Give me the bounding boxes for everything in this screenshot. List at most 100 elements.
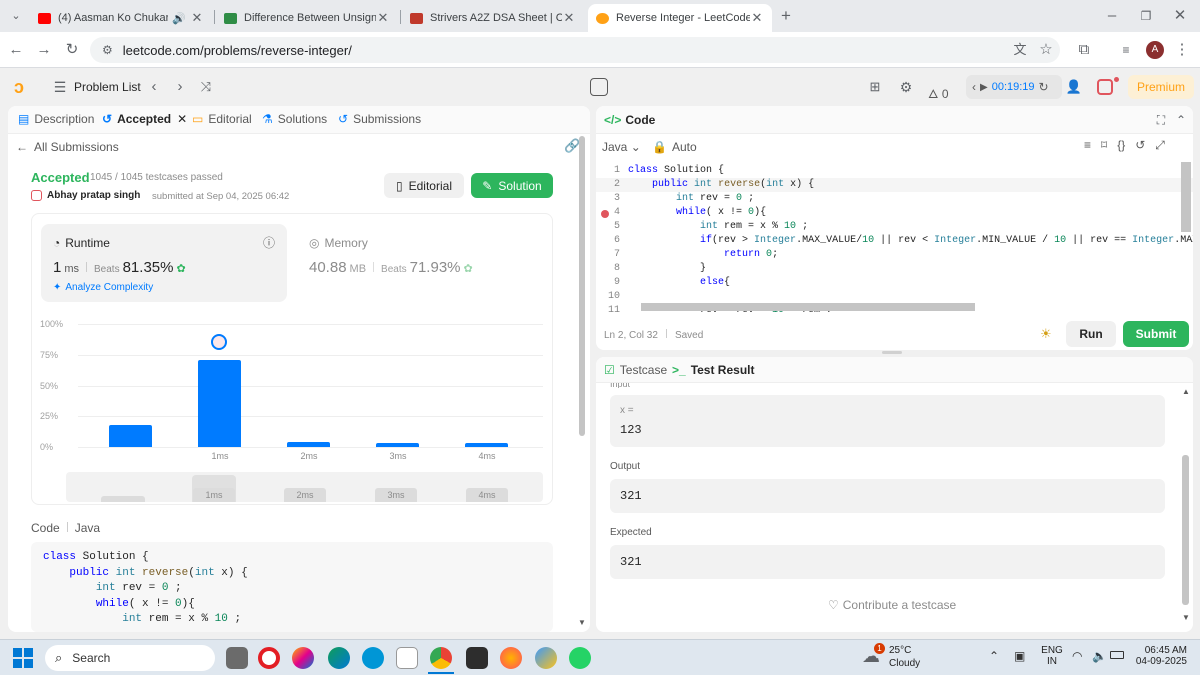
analyze-complexity-link[interactable]: ✦ Analyze Complexity	[53, 282, 153, 293]
opera-icon[interactable]	[258, 647, 280, 669]
code-line[interactable]: 3 int rev = 0 ;	[596, 192, 754, 206]
reload-icon[interactable]: ↻	[62, 40, 82, 60]
info-icon[interactable]: ⓘ	[263, 234, 275, 251]
left-scrollbar[interactable]	[579, 136, 585, 436]
translate-icon[interactable]: 文	[1010, 40, 1030, 60]
timer-widget[interactable]: ‹ ▶ 00:19:19 ↻	[966, 75, 1062, 99]
run-button[interactable]: Run	[1066, 321, 1116, 347]
firefox-icon[interactable]	[500, 647, 522, 669]
bookmark-star-icon[interactable]: ☆	[1036, 40, 1056, 60]
tab-submissions[interactable]: ↺ Submissions	[338, 112, 421, 126]
fullscreen-icon[interactable]: ⛶	[1151, 110, 1171, 130]
collapse-icon[interactable]: ⌃	[1171, 110, 1191, 130]
minimize-icon[interactable]: –	[1102, 6, 1122, 26]
taskbar-search[interactable]: ⌕ Search	[45, 645, 215, 671]
whatsapp-icon[interactable]	[569, 647, 591, 669]
store-icon[interactable]	[396, 647, 418, 669]
chart-bar[interactable]	[287, 442, 330, 447]
tab-list-chevron-icon[interactable]: ⌄	[6, 6, 26, 26]
braces-icon[interactable]: {}	[1117, 138, 1125, 153]
contribute-testcase-link[interactable]: ♡ Contribute a testcase	[828, 598, 956, 612]
profile-avatar[interactable]: A	[1146, 41, 1164, 59]
add-friend-icon[interactable]: 👤	[1064, 77, 1084, 97]
bookmark-icon[interactable]: ⌑	[1101, 138, 1107, 153]
tab-solutions[interactable]: ⚗ Solutions	[262, 112, 327, 126]
tab-editorial[interactable]: ▭ Editorial	[192, 112, 252, 126]
tray-app-icon[interactable]: ▣	[1014, 649, 1025, 663]
runtime-card[interactable]: ◔ Runtime ⓘ 1 ms Beats 81.35% ✿ ✦ Analyze …	[41, 224, 287, 302]
new-tab-icon[interactable]: +	[776, 6, 796, 26]
code-line[interactable]: 2 public int reverse(int x) {	[596, 178, 1193, 192]
format-icon[interactable]: ≡	[1084, 138, 1091, 153]
chart-bar[interactable]	[109, 424, 152, 447]
code-line[interactable]: 8 }	[596, 262, 706, 276]
browser-tab-1[interactable]: (4) Aasman Ko Chukar Dekh 🔊 ✕	[30, 4, 212, 32]
battery-icon[interactable]	[1110, 651, 1124, 659]
list-icon[interactable]: ☰	[50, 77, 70, 97]
panel-resize-handle[interactable]	[882, 351, 902, 354]
solution-button[interactable]: ✎ Solution	[471, 173, 553, 198]
extensions-icon[interactable]: ⧉	[1074, 40, 1094, 60]
copilot-icon[interactable]	[292, 647, 314, 669]
expand-icon[interactable]: ⤢	[1155, 138, 1165, 153]
code-line[interactable]: 6 if(rev > Integer.MAX_VALUE/10 || rev <…	[596, 234, 1193, 248]
close-window-icon[interactable]: ✕	[1170, 6, 1190, 26]
browser-tab-3[interactable]: Strivers A2Z DSA Sheet | Codoli ✕	[402, 4, 584, 32]
browser-menu-icon[interactable]: ⋮	[1172, 40, 1192, 60]
code-editor[interactable]: 1 class Solution {2 public int reverse(in…	[596, 164, 1193, 312]
editor-scrollbar[interactable]	[1181, 162, 1191, 232]
chart-bar[interactable]	[376, 443, 419, 447]
code-line[interactable]: 9 else{	[596, 276, 730, 290]
streak-counter[interactable]: 🜂 0	[928, 80, 949, 105]
prev-problem-icon[interactable]: ‹	[144, 77, 164, 97]
editorial-button[interactable]: ▯ Editorial	[384, 173, 464, 198]
submitter-name[interactable]: Abhay pratap singh	[47, 190, 140, 201]
windows-start-icon[interactable]	[13, 648, 33, 668]
layout-toggle-icon[interactable]	[590, 78, 608, 96]
language-indicator[interactable]: ENG IN	[1041, 645, 1063, 667]
reset-icon[interactable]: ↺	[1135, 138, 1145, 153]
memory-card[interactable]: ◎ Memory 40.88 MB Beats 71.93% ✿	[301, 224, 541, 302]
tray-chevron-icon[interactable]: ⌃	[989, 649, 999, 663]
problem-list-link[interactable]: Problem List	[74, 80, 141, 94]
share-link-icon[interactable]: 🔗	[564, 138, 580, 154]
tab-test-result[interactable]: >_ Test Result	[672, 363, 754, 377]
settings-gear-icon[interactable]: ⚙	[896, 77, 916, 97]
auto-run-icon[interactable]: ☀	[1040, 326, 1052, 342]
scroll-down-icon[interactable]: ▼	[1182, 613, 1190, 622]
close-tab-icon[interactable]: ✕	[376, 10, 390, 26]
timer-collapse-icon[interactable]: ‹	[972, 80, 976, 94]
chrome-canary-icon[interactable]	[535, 647, 557, 669]
chart-bar[interactable]	[465, 443, 508, 447]
code-line[interactable]: 4 while( x != 0){	[596, 206, 766, 220]
back-to-submissions[interactable]: ← All Submissions	[16, 140, 119, 154]
file-explorer-icon[interactable]	[226, 647, 248, 669]
tab-description[interactable]: ▤ Description	[18, 112, 94, 126]
code-line[interactable]: 10	[596, 290, 628, 304]
address-bar[interactable]: ⚙ leetcode.com/problems/reverse-integer/	[90, 37, 1060, 63]
browser-tab-active[interactable]: Reverse Integer - LeetCode ✕	[588, 4, 772, 32]
volume-icon[interactable]: 🔈	[1092, 649, 1107, 663]
weather-desc[interactable]: Cloudy	[889, 658, 920, 669]
auto-mode[interactable]: 🔒 Auto	[652, 140, 697, 154]
premium-button[interactable]: Premium	[1128, 75, 1194, 99]
shuffle-icon[interactable]: ⤨	[196, 77, 216, 97]
leetcode-logo-icon[interactable]: ↄ	[14, 77, 34, 97]
play-icon[interactable]: ▶	[980, 82, 988, 93]
browser-tab-2[interactable]: Difference Between Unsigned In ✕	[216, 4, 398, 32]
forward-icon[interactable]: →	[34, 40, 54, 60]
hp-icon[interactable]	[362, 647, 384, 669]
code-line[interactable]: 7 return 0;	[596, 248, 778, 262]
code-line[interactable]: 1 class Solution {	[596, 164, 724, 178]
tab-testcase[interactable]: ☑ Testcase	[604, 363, 667, 377]
result-scrollbar[interactable]	[1182, 455, 1189, 605]
back-icon[interactable]: ←	[6, 40, 26, 60]
close-tab-icon[interactable]: ✕	[177, 112, 187, 126]
close-tab-icon[interactable]: ✕	[750, 10, 764, 26]
scroll-down-icon[interactable]: ▼	[578, 618, 586, 627]
study-plan-icon[interactable]	[1097, 79, 1113, 95]
breakpoint-dot[interactable]	[601, 210, 609, 218]
close-tab-icon[interactable]: ✕	[190, 10, 204, 26]
submitted-code-block[interactable]: class Solution { public int reverse(int …	[31, 542, 553, 632]
chart-bar[interactable]	[198, 359, 241, 447]
